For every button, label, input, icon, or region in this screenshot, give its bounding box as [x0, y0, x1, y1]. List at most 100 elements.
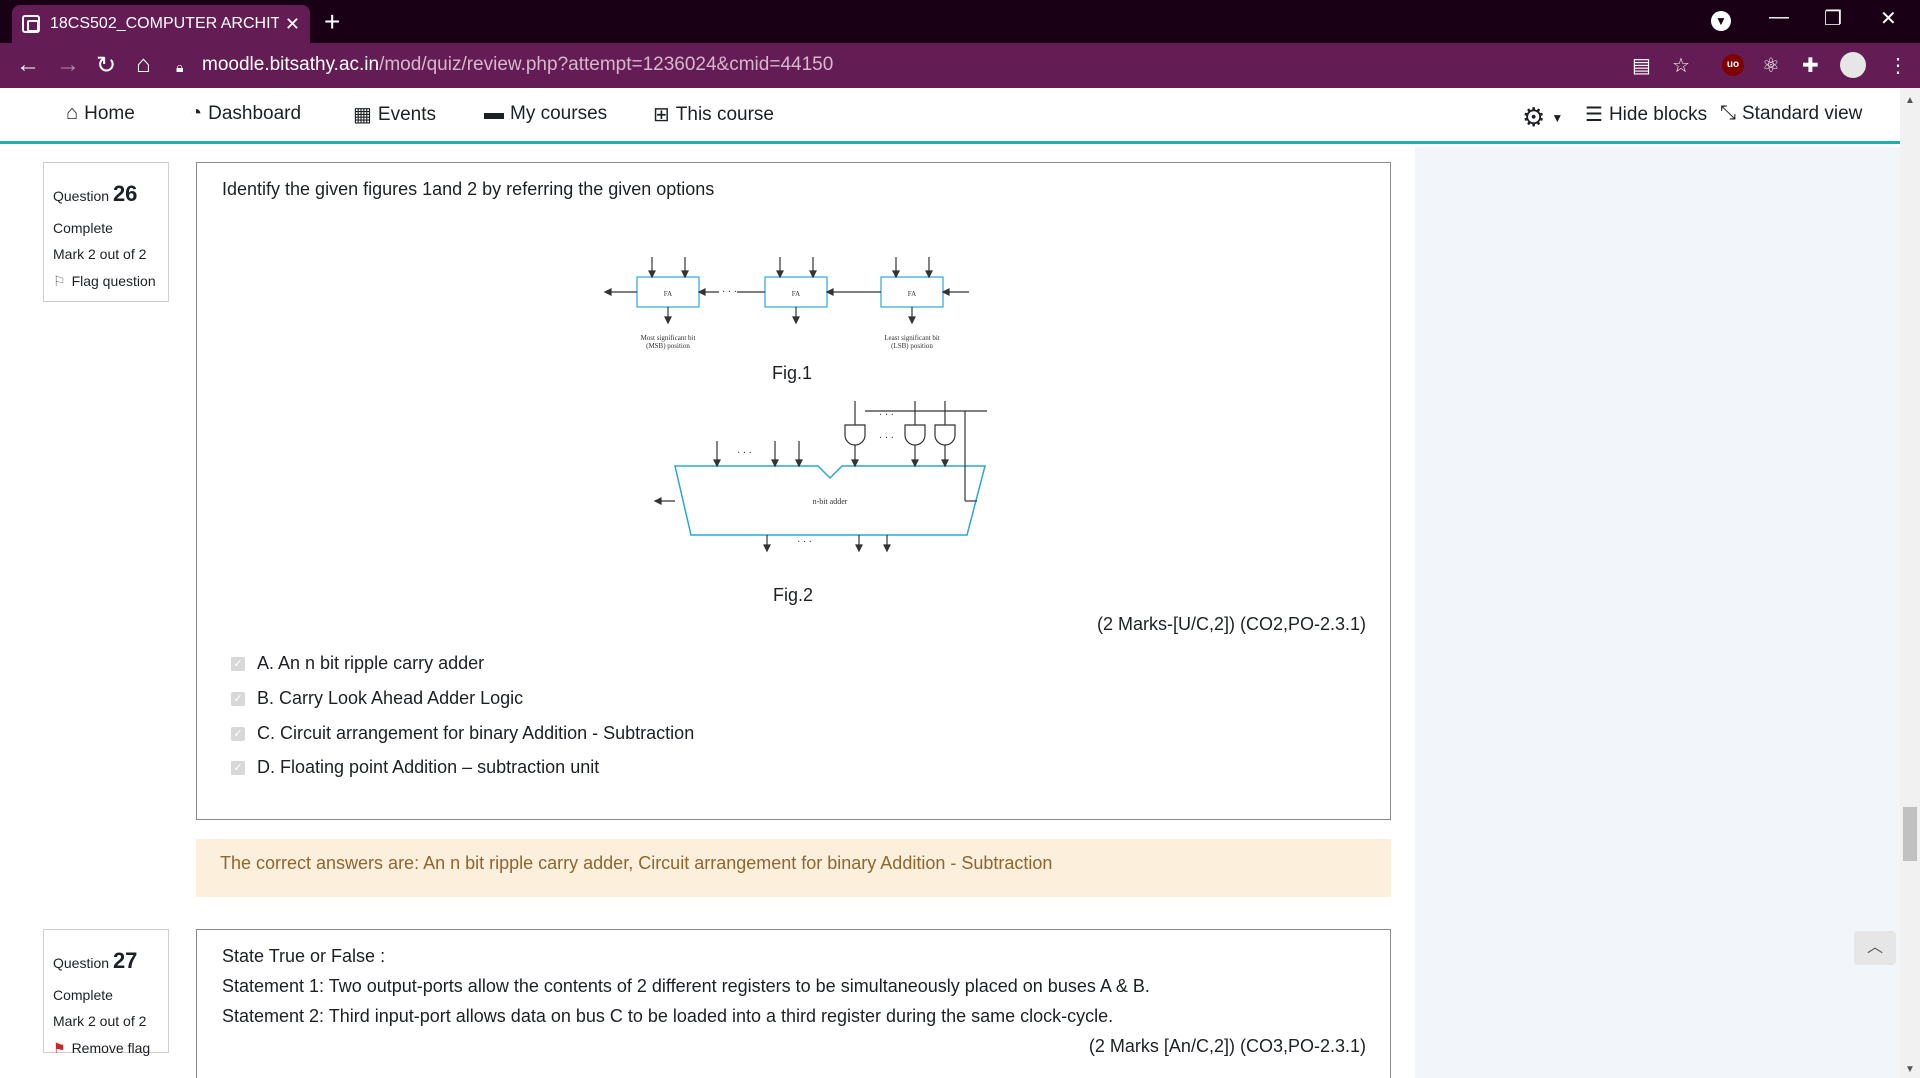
compress-icon: ⤡	[1720, 102, 1736, 124]
url-path: /mod/quiz/review.php?attempt=1236024&cmi…	[379, 54, 834, 75]
nav-dashboard-label: Dashboard	[208, 102, 302, 124]
scroll-up-arrow-icon[interactable]: ▲	[1905, 95, 1915, 106]
question-text: Identify the given figures 1and 2 by ref…	[222, 179, 715, 199]
bookmark-star-icon[interactable]: ☆	[1672, 53, 1690, 78]
svg-text:· · ·: · · ·	[879, 433, 894, 444]
remove-flag-label: Remove flag	[71, 1039, 151, 1056]
browser-address-bar: ← → ↻ ⌂ 🔒︎ moodle.bitsathy.ac.in/mod/qui…	[0, 43, 1920, 88]
minimize-icon[interactable]: —	[1769, 6, 1789, 29]
question-grade: Mark 2 out of 2	[53, 246, 147, 263]
home-icon[interactable]: ⌂	[136, 51, 151, 79]
flag-outline-icon: ⚐	[53, 272, 66, 289]
caret-down-icon: ▼	[1551, 110, 1564, 125]
question-number: 26	[112, 181, 138, 206]
question-26-content: Identify the given figures 1and 2 by ref…	[196, 162, 1391, 820]
url-input[interactable]: 🔒︎ moodle.bitsathy.ac.in/mod/quiz/review…	[176, 48, 1722, 82]
tab-close-icon[interactable]: ✕	[285, 14, 300, 35]
answer-option-c: ✓ C. Circuit arrangement for binary Addi…	[231, 723, 694, 744]
browser-tab[interactable]: 18CS502_COMPUTER ARCHITECT ✕	[12, 5, 310, 43]
hide-blocks-button[interactable]: ☰ Hide blocks	[1585, 102, 1707, 127]
page-scrollbar[interactable]	[1900, 88, 1920, 1078]
back-icon[interactable]: ←	[16, 51, 40, 79]
question-label: Question	[53, 188, 110, 204]
nav-my-courses-label: My courses	[510, 102, 608, 124]
nav-events[interactable]: ▦ Events	[353, 102, 436, 127]
flag-filled-icon: ⚑	[53, 1039, 66, 1056]
answer-option-d: ✓ D. Floating point Addition – subtracti…	[231, 757, 599, 778]
block-region	[1415, 147, 1900, 1078]
lock-icon: 🔒︎	[176, 59, 184, 75]
dashboard-gauge-icon: ◔	[190, 102, 203, 124]
scroll-down-arrow-icon[interactable]: ▼	[1905, 1064, 1915, 1075]
question-27-line-3: Statement 2: Third input-port allows dat…	[222, 1006, 1114, 1026]
sitemap-icon: ⊞	[653, 104, 670, 126]
moodle-navbar: ⌂ Home ◔ Dashboard ▦ Events ▬ My courses…	[0, 88, 1920, 144]
question-26-info: Question 26 Complete Mark 2 out of 2 ⚐ F…	[43, 162, 169, 302]
svg-text:· · ·: · · ·	[879, 410, 894, 421]
home-icon: ⌂	[66, 102, 79, 124]
msb-caption-2: (MSB) position	[646, 342, 690, 350]
standard-view-button[interactable]: ⤡ Standard view	[1720, 102, 1862, 125]
option-b-label: B. Carry Look Ahead Adder Logic	[257, 688, 524, 708]
nav-dashboard[interactable]: ◔ Dashboard	[190, 102, 301, 125]
nav-my-courses[interactable]: ▬ My courses	[484, 102, 607, 125]
nav-home-label: Home	[84, 102, 135, 124]
forward-icon[interactable]: →	[56, 51, 80, 79]
question-label: Question	[53, 955, 110, 971]
back-to-top-button[interactable]: ︿	[1854, 931, 1896, 965]
fa-block-msb-label: FA	[664, 290, 672, 298]
nav-this-course-label: This course	[675, 103, 774, 125]
checkbox-checked-icon: ✓	[231, 760, 245, 775]
question-grade: Mark 2 out of 2	[53, 1013, 147, 1030]
figure-1-ripple-carry-diagram: · · · FA FA FA Most significant bit (MSB…	[603, 257, 969, 350]
moodle-favicon-icon	[22, 15, 40, 33]
ublock-icon[interactable]: uo	[1722, 54, 1744, 76]
download-indicator-icon[interactable]: ▼	[1711, 11, 1731, 31]
url-host: moodle.bitsathy.ac.in	[202, 54, 380, 75]
question-marks-info: (2 Marks-[U/C,2]) (CO2,PO-2.3.1)	[1096, 614, 1366, 634]
flag-question-label: Flag question	[71, 272, 156, 289]
question-state: Complete	[53, 986, 113, 1003]
settings-menu[interactable]: ⚙ ▼	[1522, 102, 1563, 133]
nav-this-course[interactable]: ⊞ This course	[653, 102, 774, 127]
question-27-line-1: State True or False :	[222, 946, 386, 966]
react-devtools-icon[interactable]: ⚛	[1762, 53, 1780, 78]
profile-avatar[interactable]	[1840, 52, 1866, 78]
svg-text:· · ·: · · ·	[737, 448, 752, 459]
scrollbar-thumb[interactable]	[1903, 807, 1917, 861]
gear-icon: ⚙	[1522, 102, 1546, 132]
answer-option-a: ✓ A. An n bit ripple carry adder	[231, 653, 484, 674]
nav-events-label: Events	[377, 103, 436, 125]
figure-1-caption: Fig.1	[772, 363, 813, 383]
option-c-label: C. Circuit arrangement for binary Additi…	[257, 723, 695, 743]
hide-blocks-label: Hide blocks	[1608, 103, 1708, 125]
question-number: 27	[112, 948, 138, 973]
figure-2-adder-subtractor-diagram: · · · · · · · · · · · · n-bit adder	[653, 401, 987, 553]
option-d-label: D. Floating point Addition – subtraction…	[257, 757, 600, 777]
lsb-caption-2: (LSB) position	[891, 342, 933, 350]
calendar-icon: ▦	[353, 104, 372, 126]
browser-tab-bar: 18CS502_COMPUTER ARCHITECT ✕ + ▼ — ❐ ✕	[0, 0, 1920, 43]
checkbox-checked-icon: ✓	[231, 691, 245, 706]
remove-flag-link[interactable]: ⚑ Remove flag	[53, 1039, 159, 1056]
tab-title: 18CS502_COMPUTER ARCHITECT	[50, 15, 279, 32]
reader-mode-icon[interactable]: ▤	[1632, 53, 1651, 78]
reload-icon[interactable]: ↻	[96, 51, 116, 80]
checkbox-checked-icon: ✓	[231, 656, 245, 671]
correct-answer-feedback: The correct answers are: An n bit ripple…	[196, 839, 1391, 897]
option-a-label: A. An n bit ripple carry adder	[257, 653, 485, 673]
question-27-marks-info: (2 Marks [An/C,2]) (CO3,PO-2.3.1)	[1088, 1036, 1366, 1056]
close-window-icon[interactable]: ✕	[1880, 6, 1897, 31]
lsb-caption: Least significant bit	[884, 334, 940, 342]
new-tab-icon[interactable]: +	[324, 6, 340, 38]
nav-home[interactable]: ⌂ Home	[66, 102, 135, 125]
question-27-line-2: Statement 1: Two output-ports allow the …	[222, 976, 1150, 996]
extensions-icon[interactable]: ✚	[1802, 53, 1819, 78]
page-content: Question 26 Complete Mark 2 out of 2 ⚐ F…	[0, 147, 1900, 1078]
svg-text:· · ·: · · ·	[722, 287, 737, 298]
browser-menu-icon[interactable]: ⋮	[1888, 53, 1908, 78]
restore-icon[interactable]: ❐	[1824, 6, 1842, 31]
fa-block-lsb-label: FA	[908, 290, 916, 298]
flag-question-link[interactable]: ⚐ Flag question	[53, 272, 159, 289]
msb-caption: Most significant bit	[641, 334, 696, 342]
